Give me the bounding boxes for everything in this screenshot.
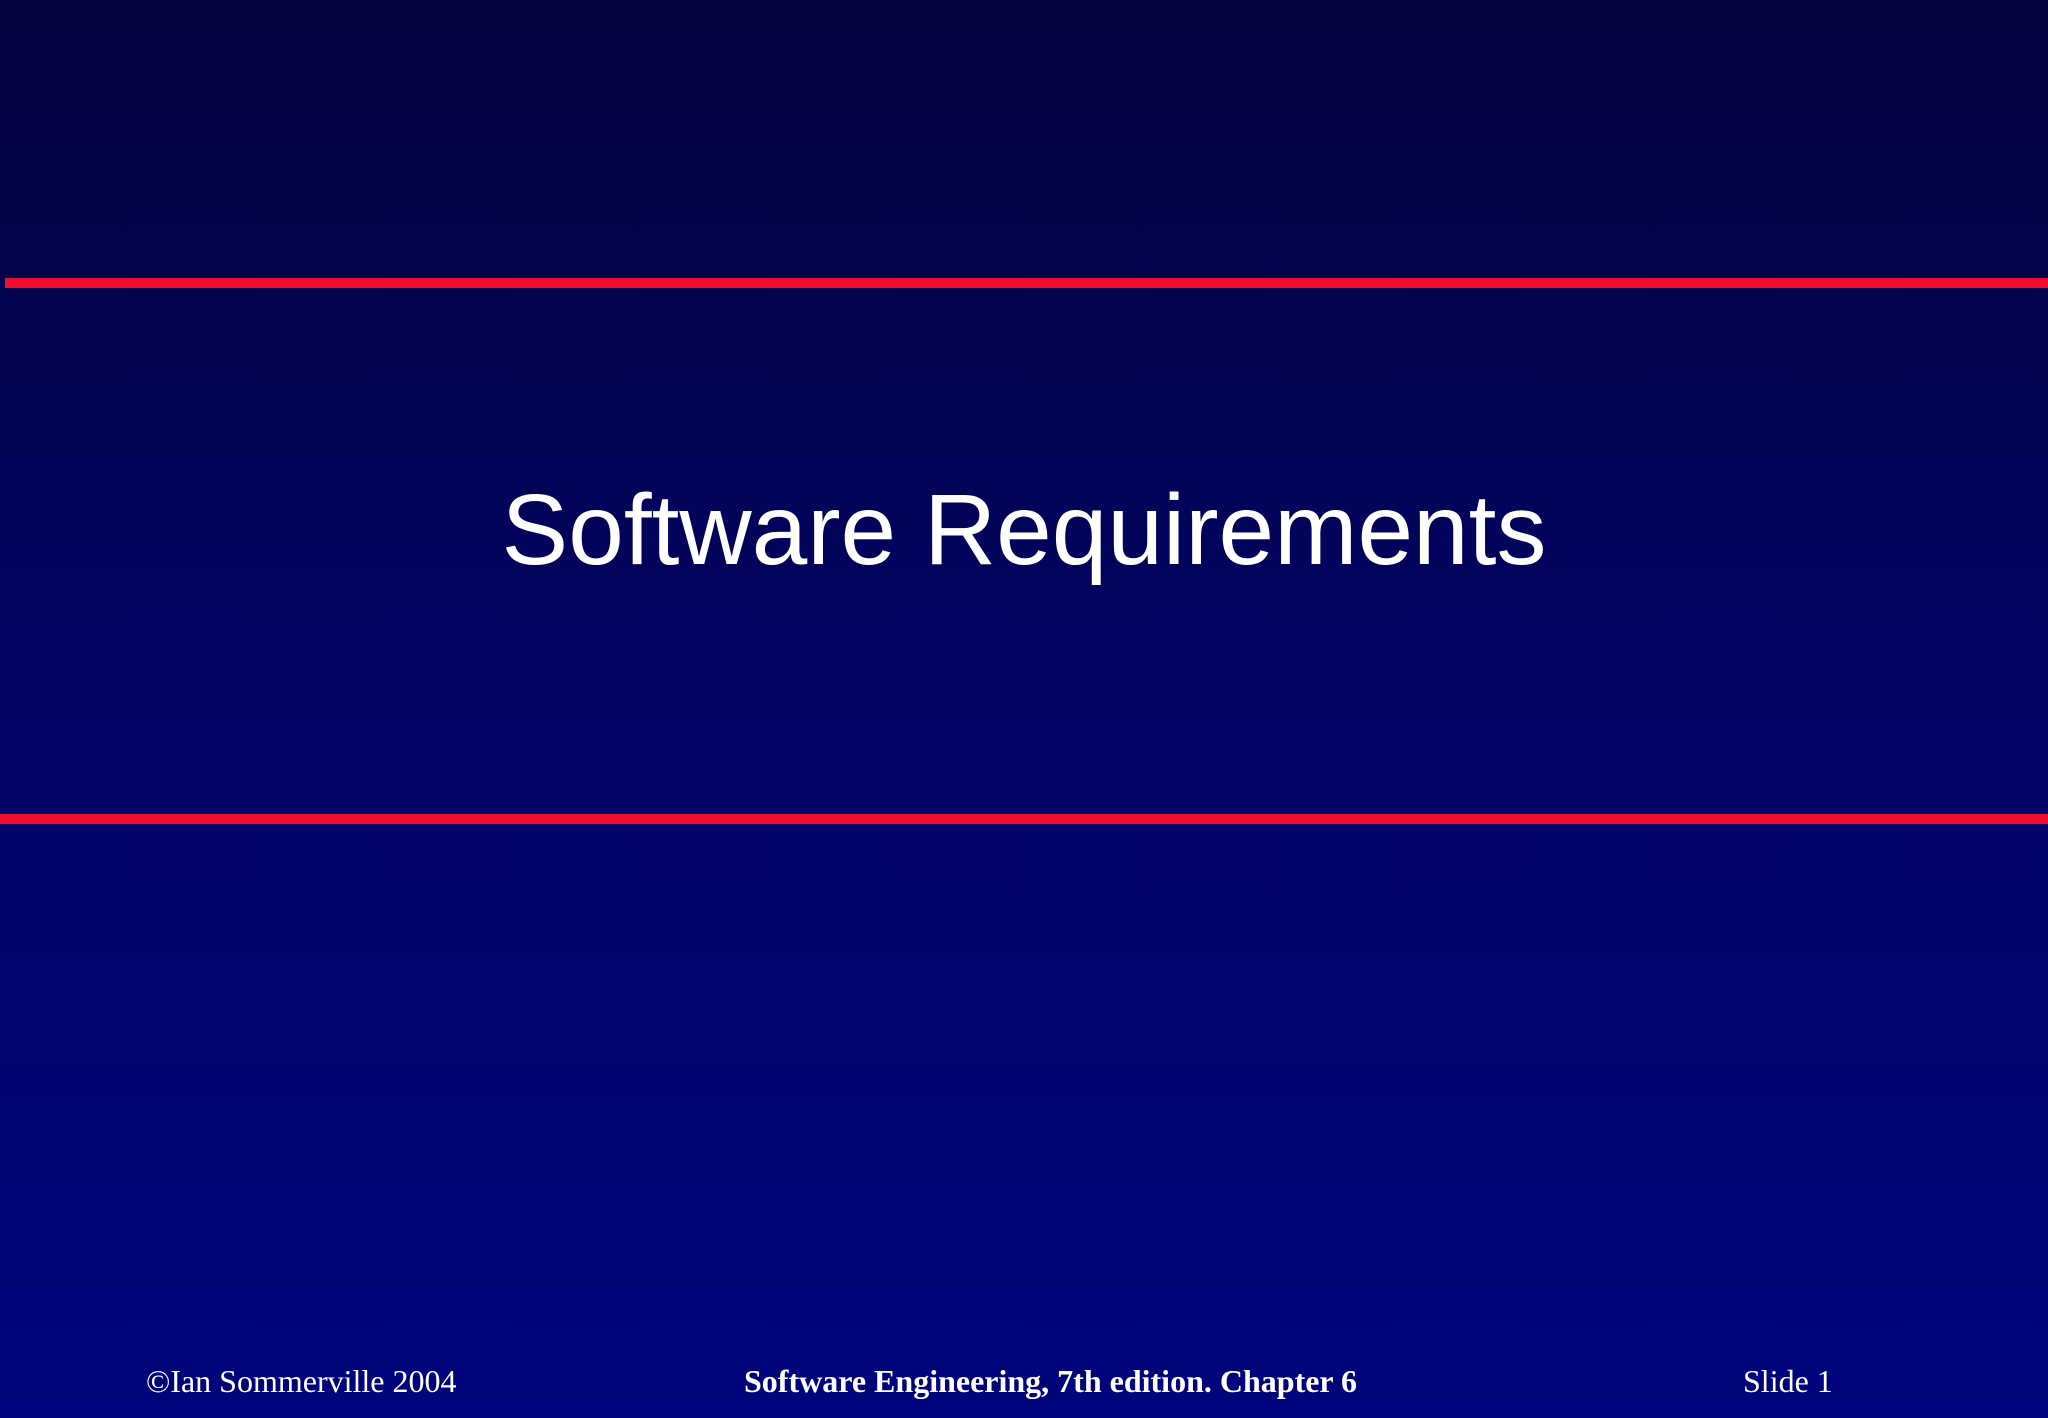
bottom-red-rule: [0, 814, 2048, 824]
presentation-slide: Software Requirements ©Ian Sommerville 2…: [0, 0, 2048, 1418]
copyright-footer: ©Ian Sommerville 2004: [146, 1363, 457, 1399]
top-red-rule: [5, 278, 2048, 288]
slide-title-container: Software Requirements: [0, 470, 2048, 590]
slide-number-footer: Slide 1: [1743, 1363, 1833, 1399]
slide-title: Software Requirements: [501, 474, 1547, 586]
book-footer: Software Engineering, 7th edition. Chapt…: [744, 1363, 1358, 1399]
